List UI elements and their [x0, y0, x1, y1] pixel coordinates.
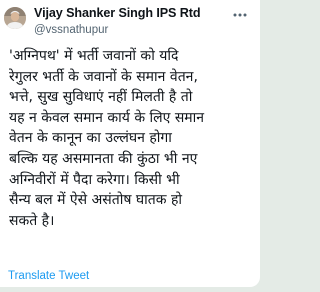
tweet-text-line: सकते है।	[9, 212, 55, 229]
author-handle[interactable]: @vssnathupur	[34, 24, 108, 36]
tweet-text-line: यह न केवल समान कार्य के लिए समान	[9, 109, 205, 126]
tweet-text-line: बल्कि यह असमानता की कुंठा भी नए	[9, 150, 198, 167]
tweet-card[interactable]: Vijay Shanker Singh IPS Rtd @vssnathupur…	[0, 0, 260, 287]
avatar[interactable]	[4, 7, 26, 29]
tweet-text-line: 'अग्निपथ' में भर्ती जवानों को यदि	[9, 48, 179, 64]
tweet-text-line: वेतन के कानून का उल्लंघन होगा	[9, 130, 172, 147]
avatar-icon	[4, 7, 26, 29]
author-name[interactable]: Vijay Shanker Singh IPS Rtd	[34, 6, 201, 20]
tweet-text-line: भत्ते, सुख सुविधाएं नहीं मिलती है तो	[9, 89, 193, 106]
tweet-text: 'अग्निपथ' में भर्ती जवानों को यदि रेगुलर…	[9, 46, 258, 231]
tweet-text-line: सैन्य बल में ऐसे असंतोष घातक हो	[9, 192, 183, 209]
tweet-text-line: अग्निवीरों में पैदा करेगा। किसी भी	[9, 171, 180, 188]
translate-tweet-link[interactable]: Translate Tweet	[8, 270, 89, 282]
more-options-icon[interactable]	[230, 6, 250, 18]
tweet-text-line: रेगुलर भर्ती के जवानों के समान वेतन,	[9, 68, 198, 85]
